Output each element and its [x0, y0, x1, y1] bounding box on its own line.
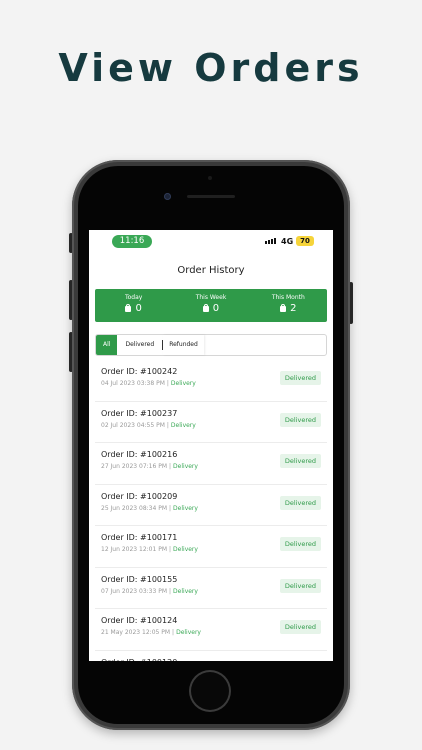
order-list: Order ID: #100242 04 Jul 2023 03:38 PM | De… — [95, 360, 327, 661]
order-id: Order ID: #100124 — [101, 616, 178, 625]
order-type: Delivery — [173, 504, 198, 512]
status-time: 11:16 — [112, 235, 152, 248]
order-row[interactable]: Order ID: #100209 25 Jun 2023 08:34 PM | De… — [95, 485, 327, 526]
summary-cell: Today 0 — [95, 289, 172, 322]
order-row[interactable]: Order ID: #100171 12 Jun 2023 12:01 PM | De… — [95, 526, 327, 568]
order-time: 12:01 PM — [139, 546, 168, 553]
order-date: 27 Jun 2023 — [101, 463, 138, 470]
status-bar: 11:16 4G 70 — [89, 230, 333, 250]
summary-label: Today — [124, 294, 143, 301]
order-type: Delivery — [170, 380, 196, 387]
summary-cell: This Week 0 — [172, 289, 249, 322]
status-badge: Delivered — [279, 537, 321, 551]
summary-count: 0 — [135, 303, 142, 314]
order-time: 04:55 PM — [136, 421, 165, 429]
order-filter-tabs: All Delivered Refunded — [95, 334, 327, 356]
summary-value: 2 — [250, 303, 327, 314]
order-row[interactable]: Order ID: #100155 07 Jun 2023 03:33 PM | De… — [95, 568, 327, 609]
order-meta: 02 Jul 2023 04:55 PM | Delivery — [101, 421, 196, 429]
summary-label: This Week — [195, 294, 227, 301]
home-button[interactable] — [189, 670, 231, 712]
network-type: 4G — [281, 237, 294, 246]
order-time: 08:34 PM — [139, 504, 168, 512]
status-badge: Delivered — [279, 495, 321, 510]
order-meta: 21 May 2023 12:05 PM | Delivery — [101, 629, 201, 636]
order-type: Delivery — [173, 587, 198, 595]
order-id: Order ID: #100216 — [101, 450, 178, 459]
order-type: Delivery — [170, 421, 196, 429]
summary-value: 0 — [172, 303, 249, 314]
summary-cell: This Month 2 — [250, 289, 327, 322]
order-time: 12:05 PM — [142, 629, 171, 636]
order-date: 07 Jun 2023 — [101, 587, 138, 595]
status-badge: Delivered — [279, 412, 321, 427]
front-camera-icon — [164, 193, 171, 200]
order-date: 25 Jun 2023 — [101, 504, 138, 512]
status-badge: Delivered — [279, 454, 321, 468]
phone-screen: 11:16 4G 70 Order History Today 0 This Wee… — [89, 230, 333, 661]
page-title: Order History — [177, 265, 245, 276]
order-meta: 04 Jul 2023 03:38 PM | Delivery — [101, 380, 196, 387]
proximity-sensor — [208, 176, 212, 180]
tab-all[interactable]: All — [96, 335, 118, 355]
tab-delivered[interactable]: Delivered — [117, 335, 162, 355]
battery-icon: 70 — [296, 236, 314, 246]
status-badge: Delivered — [279, 371, 321, 385]
order-summary-banner: Today 0 This Week 0 This Month 2 — [95, 289, 327, 322]
headline: View Orders — [58, 46, 364, 90]
order-meta: 07 Jun 2023 03:33 PM | Delivery — [101, 587, 198, 595]
order-id: Order ID: #100155 — [101, 574, 178, 584]
tab-refunded[interactable]: Refunded — [163, 335, 204, 355]
order-time: 03:38 PM — [136, 380, 165, 387]
order-row[interactable]: Order ID: #100124 21 May 2023 12:05 PM | De… — [95, 609, 327, 651]
earpiece-speaker — [187, 195, 235, 198]
order-type: Delivery — [173, 546, 198, 553]
order-date: 21 May 2023 — [101, 629, 141, 636]
order-id: Order ID: #100242 — [101, 367, 178, 376]
order-type: Delivery — [173, 463, 198, 470]
order-row[interactable]: Order ID: #100216 27 Jun 2023 07:16 PM | De… — [95, 443, 327, 485]
order-date: 02 Jul 2023 — [101, 421, 135, 429]
status-badge: Delivered — [279, 578, 321, 593]
order-meta: 12 Jun 2023 12:01 PM | Delivery — [101, 546, 198, 553]
shopping-bag-icon — [125, 303, 132, 312]
order-meta: 25 Jun 2023 08:34 PM | Delivery — [101, 504, 198, 512]
order-id: Order ID: #100209 — [101, 491, 178, 501]
status-badge: Delivered — [279, 620, 321, 634]
order-id: Order ID: #100120 — [101, 658, 177, 662]
summary-value: 0 — [95, 303, 172, 314]
summary-label: This Month — [271, 294, 305, 301]
summary-count: 2 — [290, 303, 297, 314]
summary-count: 0 — [212, 303, 220, 314]
order-row[interactable]: Order ID: #100120Delivered — [95, 651, 327, 662]
order-meta: 27 Jun 2023 07:16 PM | Delivery — [101, 463, 198, 470]
order-row[interactable]: Order ID: #100237 02 Jul 2023 04:55 PM | De… — [95, 402, 327, 443]
order-id: Order ID: #100237 — [101, 408, 178, 418]
order-time: 07:16 PM — [139, 463, 168, 470]
order-date: 12 Jun 2023 — [101, 546, 138, 553]
shopping-bag-icon — [202, 303, 209, 312]
signal-strength-icon — [265, 238, 276, 244]
order-time: 03:33 PM — [139, 587, 168, 595]
order-date: 04 Jul 2023 — [101, 380, 135, 387]
shopping-bag-icon — [280, 303, 287, 312]
order-id: Order ID: #100171 — [101, 533, 178, 542]
order-row[interactable]: Order ID: #100242 04 Jul 2023 03:38 PM | De… — [95, 360, 327, 402]
order-type: Delivery — [176, 629, 201, 636]
